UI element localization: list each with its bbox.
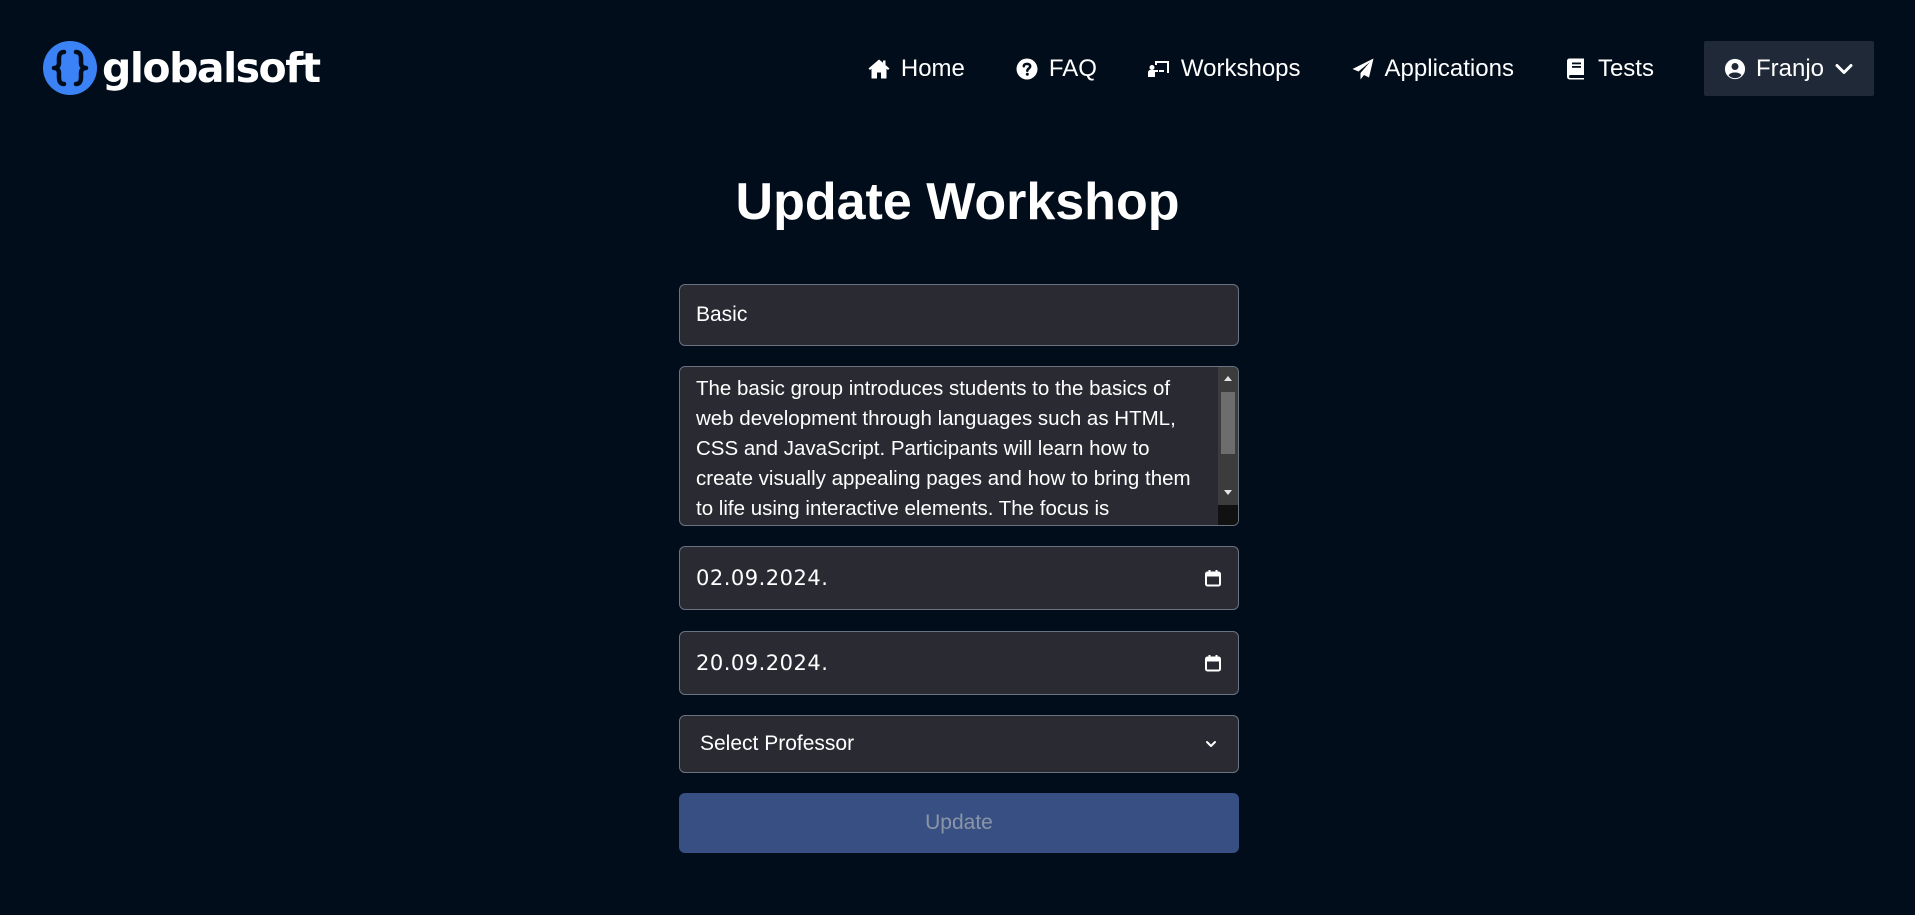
nav-item-label: Workshops bbox=[1180, 54, 1301, 82]
professor-select[interactable]: Select Professor bbox=[679, 715, 1239, 773]
description-scrollbar[interactable] bbox=[1218, 367, 1238, 525]
user-circle-icon bbox=[1724, 58, 1746, 79]
calendar-icon[interactable] bbox=[1204, 569, 1222, 587]
nav-item-tests[interactable]: Tests bbox=[1564, 41, 1654, 96]
brand-link[interactable]: globalsoft bbox=[42, 40, 321, 96]
home-icon bbox=[868, 59, 890, 78]
nav-item-label: Tests bbox=[1597, 54, 1654, 82]
professor-select-value: Select Professor bbox=[700, 732, 855, 755]
chevron-down-icon bbox=[1206, 741, 1216, 747]
paper-plane-icon bbox=[1352, 58, 1374, 79]
workshop-description-textarea[interactable]: The basic group introduces students to t… bbox=[679, 366, 1239, 526]
start-date-value: 02.09.2024. bbox=[696, 566, 829, 590]
workshop-name-input[interactable] bbox=[679, 284, 1239, 346]
end-date-input[interactable]: 20.09.2024. bbox=[679, 631, 1239, 695]
question-circle-icon bbox=[1016, 58, 1038, 79]
chalkboard-teacher-icon bbox=[1147, 60, 1169, 77]
nav-item-workshops[interactable]: Workshops bbox=[1147, 41, 1301, 96]
nav-item-applications[interactable]: Applications bbox=[1351, 41, 1514, 96]
start-date-input[interactable]: 02.09.2024. bbox=[679, 546, 1239, 610]
end-date-value: 20.09.2024. bbox=[696, 651, 829, 675]
nav-item-label: Home bbox=[900, 54, 965, 82]
update-button[interactable]: Update bbox=[679, 793, 1239, 853]
nav-item-label: Applications bbox=[1384, 54, 1514, 82]
chevron-down-icon bbox=[1835, 63, 1853, 74]
calendar-icon[interactable] bbox=[1204, 654, 1222, 672]
page-title: Update Workshop bbox=[735, 173, 1180, 231]
scroll-up-arrow-icon[interactable] bbox=[1224, 376, 1232, 381]
scroll-down-arrow-icon[interactable] bbox=[1224, 490, 1232, 495]
scroll-corner bbox=[1218, 505, 1238, 525]
nav-links: Home FAQ Workshops Applications Tests Fr… bbox=[817, 41, 1874, 96]
brand-name: globalsoft bbox=[102, 44, 321, 92]
nav-item-home[interactable]: Home bbox=[867, 41, 965, 96]
navbar: globalsoft Home FAQ Workshops Applicatio… bbox=[0, 0, 1915, 137]
nav-item-faq[interactable]: FAQ bbox=[1015, 41, 1097, 96]
user-name: Franjo bbox=[1755, 54, 1824, 82]
nav-item-label: FAQ bbox=[1048, 54, 1097, 82]
description-text: The basic group introduces students to t… bbox=[696, 377, 1191, 520]
book-icon bbox=[1566, 58, 1584, 79]
code-braces-logo-icon bbox=[43, 41, 97, 95]
scroll-thumb[interactable] bbox=[1221, 392, 1235, 454]
user-menu-dropdown[interactable]: Franjo bbox=[1703, 41, 1874, 96]
